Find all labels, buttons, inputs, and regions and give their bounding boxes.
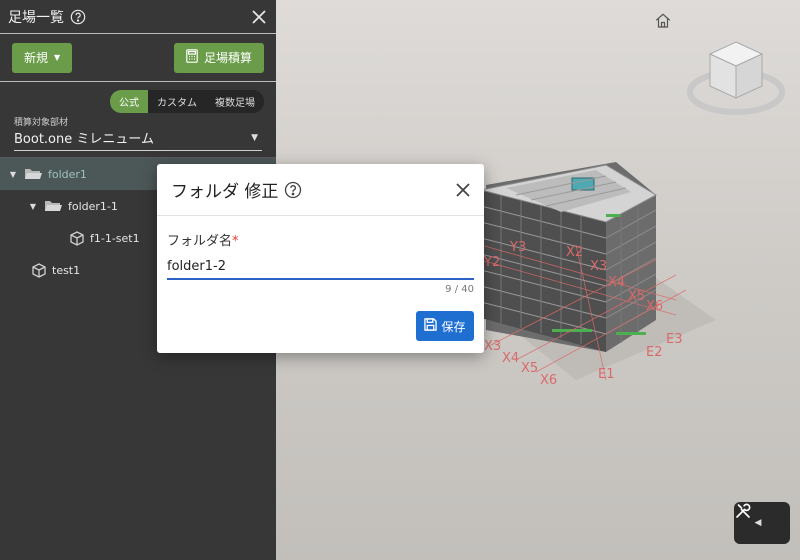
help-icon[interactable] xyxy=(70,9,86,25)
tab-multi-scaffold[interactable]: 複数足場 xyxy=(206,90,264,113)
panel-title: 足場一覧 xyxy=(8,9,64,26)
scaffold-estimate-label: 足場積算 xyxy=(203,51,252,65)
grid-label: X3 xyxy=(484,339,501,354)
dialog-title: フォルダ 修正 xyxy=(171,182,279,202)
grid-label: X5 xyxy=(521,361,538,376)
chevron-left-icon: ◀ xyxy=(754,518,762,528)
tools-toggle-button[interactable]: ◀ xyxy=(734,502,790,544)
target-material-label: 積算対象部材 xyxy=(14,118,69,128)
tree-item-label: test1 xyxy=(52,263,81,277)
grid-label: X3 xyxy=(590,259,607,274)
folder-open-icon xyxy=(24,167,42,181)
folder-open-icon xyxy=(44,199,62,213)
grid-label: Y2 xyxy=(483,255,500,270)
caret-down-icon[interactable]: ▼ xyxy=(8,170,18,179)
grid-label: X2 xyxy=(566,245,583,260)
grid-label: X4 xyxy=(502,351,519,366)
grid-label: E2 xyxy=(646,345,663,360)
tree-item-label: f1-1-set1 xyxy=(90,231,140,245)
view-cube[interactable] xyxy=(686,30,786,130)
close-icon[interactable] xyxy=(252,9,266,24)
dialog-footer: 保存 xyxy=(157,295,484,341)
dialog-body: フォルダ名* 9 / 40 xyxy=(157,216,484,295)
calculator-icon xyxy=(186,49,198,66)
cube-icon xyxy=(32,262,46,278)
save-icon xyxy=(424,318,438,334)
close-icon[interactable] xyxy=(456,182,470,197)
target-material-select[interactable]: Boot.one ミレニューム ▼ xyxy=(14,128,262,151)
grid-label: Y3 xyxy=(509,240,526,255)
grid-label: E3 xyxy=(666,332,683,347)
source-tabs: 公式 カスタム 複数足場 xyxy=(110,90,264,113)
panel-header: 足場一覧 xyxy=(0,0,276,34)
panel-actions: 新規 ▼ 足場積算 xyxy=(0,34,276,82)
grid-label: X6 xyxy=(646,299,663,314)
target-material-block: 積算対象部材 Boot.one ミレニューム ▼ xyxy=(0,113,276,151)
folder-name-label: フォルダ名* xyxy=(167,230,474,249)
folder-edit-dialog: フォルダ 修正 フォルダ名* 9 / 40 保存 xyxy=(157,164,484,353)
caret-down-icon[interactable]: ▼ xyxy=(28,202,38,211)
tab-official[interactable]: 公式 xyxy=(110,90,148,113)
grid-label: X6 xyxy=(540,373,557,388)
new-button[interactable]: 新規 ▼ xyxy=(12,42,73,73)
grid-label: E1 xyxy=(598,367,615,382)
dialog-header: フォルダ 修正 xyxy=(157,164,484,216)
save-button[interactable]: 保存 xyxy=(416,311,474,341)
new-button-label: 新規 xyxy=(24,51,49,65)
caret-down-icon: ▼ xyxy=(54,53,61,62)
folder-name-input[interactable] xyxy=(167,253,474,280)
caret-down-icon: ▼ xyxy=(251,132,258,143)
folder-name-label-text: フォルダ名 xyxy=(167,234,233,249)
grid-label: X5 xyxy=(628,289,645,304)
required-mark: * xyxy=(232,234,239,249)
tree-item-label: folder1-1 xyxy=(68,199,118,213)
help-icon[interactable] xyxy=(284,181,302,199)
tree-item-label: folder1 xyxy=(48,167,87,181)
cube-icon xyxy=(70,230,84,246)
save-button-label: 保存 xyxy=(441,319,466,334)
source-tabs-row: 公式 カスタム 複数足場 xyxy=(0,82,276,113)
tab-custom[interactable]: カスタム xyxy=(148,90,206,113)
scaffold-estimate-button[interactable]: 足場積算 xyxy=(173,42,264,73)
target-material-value: Boot.one ミレニューム xyxy=(14,132,154,147)
grid-label: X4 xyxy=(608,275,625,290)
char-counter: 9 / 40 xyxy=(445,284,474,295)
home-icon[interactable] xyxy=(654,12,676,34)
